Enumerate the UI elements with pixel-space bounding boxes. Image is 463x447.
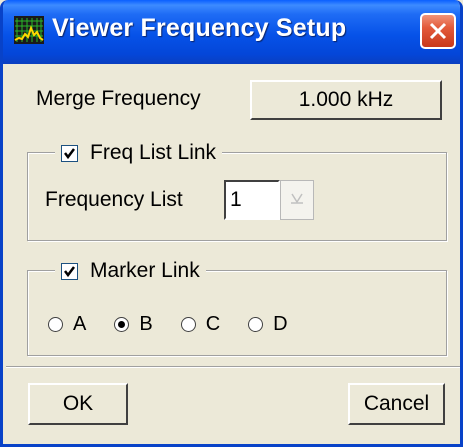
window-title: Viewer Frequency Setup bbox=[52, 14, 347, 42]
close-button[interactable] bbox=[420, 13, 456, 49]
marker-radio-group: A B C D bbox=[48, 312, 316, 336]
checkmark-icon bbox=[64, 147, 75, 159]
checkmark-icon bbox=[64, 265, 75, 277]
radio-a-label: A bbox=[73, 312, 87, 335]
radio-b[interactable]: B bbox=[114, 312, 153, 336]
marker-link-checkbox[interactable] bbox=[61, 262, 78, 280]
ok-button[interactable]: OK bbox=[28, 383, 128, 425]
merge-frequency-label: Merge Frequency bbox=[36, 87, 201, 110]
title-bar[interactable]: Viewer Frequency Setup bbox=[3, 0, 460, 64]
marker-link-legend: Marker Link bbox=[55, 259, 206, 282]
radio-d[interactable]: D bbox=[248, 312, 288, 336]
freq-list-link-checkbox[interactable] bbox=[61, 144, 78, 162]
merge-frequency-button[interactable]: 1.000 kHz bbox=[250, 80, 442, 120]
frequency-list-spin[interactable] bbox=[280, 180, 314, 220]
radio-c-circle bbox=[180, 316, 196, 332]
button-separator bbox=[6, 366, 460, 368]
frequency-list-input[interactable]: 1 bbox=[224, 180, 280, 220]
radio-a-circle bbox=[48, 316, 63, 332]
chevron-down-icon bbox=[291, 193, 303, 204]
frequency-list-label: Frequency List bbox=[45, 188, 183, 211]
freq-list-link-label: Freq List Link bbox=[90, 141, 217, 164]
radio-c[interactable]: C bbox=[180, 312, 221, 336]
close-icon bbox=[429, 22, 447, 40]
freq-list-link-legend: Freq List Link bbox=[55, 141, 223, 164]
marker-link-label: Marker Link bbox=[90, 259, 200, 282]
radio-d-label: D bbox=[273, 312, 288, 335]
cancel-button[interactable]: Cancel bbox=[348, 383, 445, 425]
dialog-window: Viewer Frequency Setup Merge Frequency 1… bbox=[0, 0, 463, 447]
radio-d-circle bbox=[248, 316, 264, 332]
radio-c-label: C bbox=[205, 312, 221, 335]
radio-a[interactable]: A bbox=[48, 313, 86, 336]
radio-b-label: B bbox=[139, 312, 153, 335]
radio-b-circle bbox=[114, 316, 130, 332]
app-icon bbox=[14, 16, 44, 44]
